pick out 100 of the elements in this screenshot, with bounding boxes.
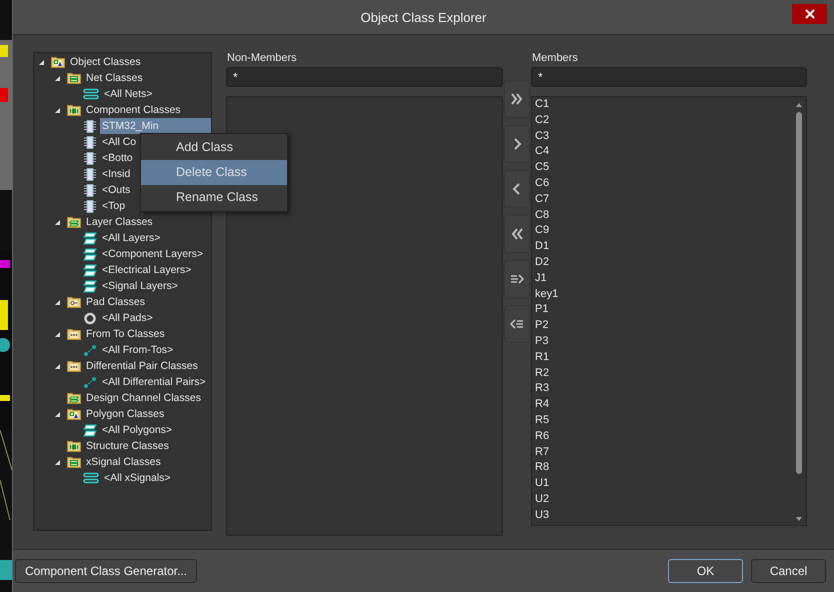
folder-icon	[51, 56, 65, 68]
folder-icon	[67, 456, 81, 468]
list-item[interactable]: C4	[535, 144, 550, 160]
list-item[interactable]: key1	[535, 286, 558, 302]
list-item[interactable]: P3	[535, 334, 548, 350]
move-button[interactable]	[504, 215, 530, 253]
list-item[interactable]: C2	[535, 112, 550, 129]
list-item[interactable]: C3	[535, 128, 550, 144]
dialog-button[interactable]: Cancel	[751, 559, 826, 583]
chip-icon	[83, 120, 97, 132]
tree-item[interactable]: Layer Classes	[84, 214, 155, 230]
list-item[interactable]: C1	[535, 97, 550, 113]
tree-item[interactable]: <Outs	[100, 182, 132, 198]
expander-icon[interactable]	[38, 58, 45, 66]
move-button[interactable]	[504, 80, 530, 118]
tree-item[interactable]: Component Classes	[84, 102, 183, 118]
layers-icon	[83, 248, 97, 260]
tree-item[interactable]: <Top	[100, 198, 128, 214]
tree-item[interactable]: <Botto	[100, 150, 135, 166]
tree-item[interactable]: <Component Layers>	[100, 246, 205, 262]
folder-icon	[67, 296, 81, 308]
list-item[interactable]: C8	[535, 208, 550, 224]
move-button[interactable]	[504, 260, 530, 298]
menu-item[interactable]: Rename Class	[141, 185, 287, 210]
list-item[interactable]: U2	[535, 492, 550, 508]
list-item[interactable]: U3	[535, 508, 550, 524]
tree-item[interactable]: <All From-Tos>	[100, 342, 176, 358]
connector-icon	[83, 376, 97, 388]
tree-item[interactable]: Pad Classes	[84, 294, 147, 310]
tree-item[interactable]: <All Co	[100, 134, 138, 150]
list-item[interactable]: J1	[535, 270, 547, 287]
list-item[interactable]: P1	[535, 302, 548, 318]
chip-icon	[83, 152, 97, 164]
list-item[interactable]: R3	[535, 381, 550, 398]
list-item[interactable]: R2	[535, 366, 550, 382]
expander-icon[interactable]	[54, 106, 61, 114]
tree-item[interactable]: Differential Pair Classes	[84, 358, 200, 374]
expander-icon[interactable]	[54, 218, 61, 226]
connector-icon	[83, 344, 97, 356]
filter-field[interactable]: *	[531, 67, 807, 87]
tree-item[interactable]: <All Nets>	[102, 86, 154, 102]
list-item[interactable]: P2	[535, 318, 548, 334]
tree-item[interactable]: <All xSignals>	[102, 470, 173, 486]
dialog-button[interactable]: OK	[668, 559, 743, 583]
expander-icon[interactable]	[54, 74, 61, 82]
folder-icon	[67, 72, 81, 84]
tree-item[interactable]: <All Layers>	[100, 230, 162, 246]
tree-item[interactable]: <All Polygons>	[100, 422, 174, 438]
list-item[interactable]: R5	[535, 412, 550, 429]
expander-icon[interactable]	[54, 298, 61, 306]
tree-item[interactable]: xSignal Classes	[84, 454, 163, 470]
list-item[interactable]: R7	[535, 444, 550, 460]
folder-icon	[67, 408, 81, 420]
move-button[interactable]	[504, 125, 530, 163]
filter-field[interactable]: *	[226, 67, 503, 87]
tree-item[interactable]: From To Classes	[84, 326, 167, 342]
tree-item[interactable]: <All Differential Pairs>	[100, 374, 208, 390]
list-item[interactable]: C5	[535, 160, 550, 176]
list-item[interactable]: R4	[535, 397, 550, 413]
tree-item[interactable]: Polygon Classes	[84, 406, 166, 422]
tree-item[interactable]: <Insid	[100, 166, 132, 182]
folder-icon	[67, 104, 81, 116]
link-icon	[83, 472, 99, 484]
expander-icon[interactable]	[54, 362, 61, 370]
menu-item[interactable]: Add Class	[141, 135, 287, 160]
expander-icon[interactable]	[54, 458, 61, 466]
list-item[interactable]: R6	[535, 428, 550, 445]
move-button[interactable]	[504, 305, 530, 343]
list-item[interactable]: D1	[535, 239, 550, 255]
folder-icon	[67, 216, 81, 228]
list-item[interactable]: C6	[535, 176, 550, 192]
tree-item[interactable]: <All Pads>	[100, 310, 155, 326]
tree-item[interactable]: Net Classes	[84, 70, 145, 86]
non-members-label: Non-Members	[226, 52, 298, 65]
close-button[interactable]	[792, 4, 827, 24]
right-arrow-icon	[510, 273, 524, 285]
chip-icon	[83, 184, 97, 196]
ring-icon	[83, 312, 97, 324]
list-item[interactable]: R8	[535, 460, 550, 476]
tree-item[interactable]: <Electrical Layers>	[100, 262, 194, 278]
chip-icon	[83, 168, 97, 180]
list-item[interactable]: U1	[535, 476, 550, 492]
tree-item[interactable]: Design Channel Classes	[84, 390, 203, 406]
expander-icon[interactable]	[54, 330, 61, 338]
chip-icon	[83, 136, 97, 148]
tree-item[interactable]: <Signal Layers>	[100, 278, 180, 294]
expander-icon[interactable]	[54, 410, 61, 418]
folder-icon	[67, 328, 81, 340]
tree-item[interactable]: Structure Classes	[84, 438, 171, 454]
dialog-button[interactable]: Component Class Generator...	[15, 559, 198, 583]
list-item[interactable]: D2	[535, 254, 550, 271]
chip-icon	[83, 200, 97, 212]
tree-item[interactable]: Object Classes	[68, 54, 143, 70]
close-icon	[804, 9, 814, 19]
folder-icon	[67, 392, 81, 404]
move-button[interactable]	[504, 170, 530, 208]
list-item[interactable]: C9	[535, 223, 550, 240]
list-item[interactable]: C7	[535, 192, 550, 208]
folder-icon	[67, 440, 81, 452]
list-item[interactable]: R1	[535, 350, 550, 366]
